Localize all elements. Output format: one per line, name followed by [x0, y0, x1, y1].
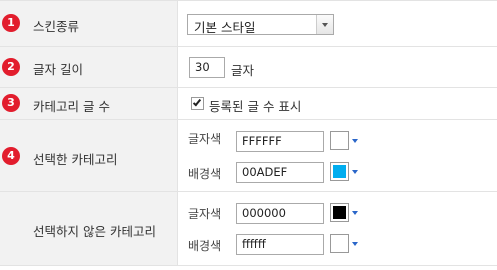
selected-bg-color-fill — [333, 165, 346, 178]
selected-category-value-cell: 글자색 FFFFFF 배경색 00ADEF — [178, 120, 497, 191]
post-count-label-cell: 3 카테고리 글 수 — [0, 88, 178, 119]
selected-bg-color-label: 배경색 — [188, 167, 222, 181]
unselected-category-row: 선택하지 않은 카테고리 글자색 000000 배경색 ffffff — [0, 192, 497, 266]
step-badge-3: 3 — [2, 94, 20, 112]
unselected-text-color-swatch[interactable] — [330, 203, 349, 222]
text-length-input[interactable]: 30 — [189, 57, 225, 78]
unselected-bg-color-swatch[interactable] — [330, 234, 349, 253]
post-count-row: 3 카테고리 글 수 등록된 글 수 표시 — [0, 88, 497, 120]
show-post-count-label[interactable]: 등록된 글 수 표시 — [209, 96, 301, 115]
chevron-down-icon — [322, 23, 328, 27]
skin-type-row: 1 스킨종류 기본 스타일 — [0, 1, 497, 47]
unselected-bg-color-label: 배경색 — [188, 239, 222, 253]
skin-type-label-cell: 1 스킨종류 — [0, 1, 178, 46]
text-length-label-cell: 2 글자 길이 — [0, 47, 178, 87]
skin-type-selected-value: 기본 스타일 — [194, 20, 256, 35]
selected-bg-color-swatch[interactable] — [330, 162, 349, 181]
skin-type-value-cell: 기본 스타일 — [178, 1, 497, 46]
dropdown-button[interactable] — [316, 15, 333, 34]
color-picker-arrow-icon[interactable] — [352, 139, 358, 143]
color-picker-arrow-icon[interactable] — [352, 170, 358, 174]
skin-type-label: 스킨종류 — [33, 19, 80, 34]
unselected-bg-color-input[interactable]: ffffff — [236, 234, 324, 255]
show-post-count-checkbox[interactable] — [191, 97, 204, 110]
text-length-row: 2 글자 길이 30 글자 — [0, 47, 497, 88]
post-count-label: 카테고리 글 수 — [33, 99, 110, 114]
unselected-category-label-cell: 선택하지 않은 카테고리 — [0, 192, 178, 265]
text-length-label: 글자 길이 — [33, 62, 83, 77]
selected-text-color-swatch[interactable] — [330, 131, 349, 150]
selected-category-label: 선택한 카테고리 — [33, 152, 118, 167]
unselected-text-color-label: 글자색 — [188, 207, 222, 221]
unselected-text-color-fill — [333, 206, 346, 219]
selected-text-color-label: 글자색 — [188, 132, 222, 146]
unselected-text-color-input[interactable]: 000000 — [236, 203, 324, 224]
unselected-category-label: 선택하지 않은 카테고리 — [33, 224, 156, 239]
step-badge-2: 2 — [2, 58, 20, 76]
check-icon — [192, 97, 202, 107]
text-length-suffix: 글자 — [231, 63, 255, 78]
settings-table: 1 스킨종류 기본 스타일 2 글자 길이 30 글자 3 카테고리 글 수 등… — [0, 0, 497, 270]
color-picker-arrow-icon[interactable] — [352, 211, 358, 215]
skin-type-select[interactable]: 기본 스타일 — [187, 14, 334, 35]
post-count-value-cell: 등록된 글 수 표시 — [178, 88, 497, 119]
selected-bg-color-input[interactable]: 00ADEF — [236, 162, 324, 183]
selected-category-label-cell: 4 선택한 카테고리 — [0, 120, 178, 191]
text-length-value-cell: 30 글자 — [178, 47, 497, 87]
step-badge-4: 4 — [2, 147, 20, 165]
color-picker-arrow-icon[interactable] — [352, 242, 358, 246]
unselected-bg-color-fill — [333, 237, 346, 250]
step-badge-1: 1 — [2, 14, 20, 32]
selected-category-row: 4 선택한 카테고리 글자색 FFFFFF 배경색 00ADEF — [0, 120, 497, 192]
selected-text-color-input[interactable]: FFFFFF — [236, 131, 324, 152]
unselected-category-value-cell: 글자색 000000 배경색 ffffff — [178, 192, 497, 265]
selected-text-color-fill — [333, 134, 346, 147]
